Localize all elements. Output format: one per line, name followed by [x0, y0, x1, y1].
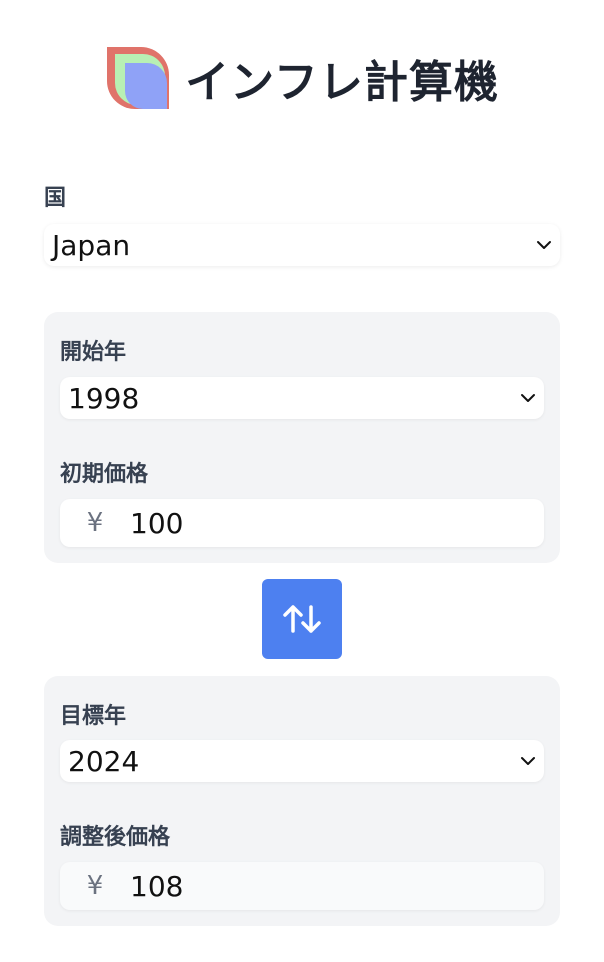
- initial-price-value: 100: [130, 506, 184, 540]
- country-label: 国: [44, 186, 67, 211]
- swap-vertical-icon: [283, 605, 321, 633]
- chevron-down-icon: [521, 757, 535, 765]
- target-year-value: 2024: [68, 744, 140, 778]
- app-title: インフレ計算機: [185, 57, 499, 108]
- country-select[interactable]: Japan: [44, 224, 560, 266]
- app-header: インフレ計算機: [0, 40, 604, 116]
- currency-symbol: ¥: [86, 871, 104, 901]
- initial-price-label: 初期価格: [60, 462, 149, 487]
- start-year-label: 開始年: [60, 340, 127, 365]
- app-logo-icon: [107, 47, 170, 109]
- start-card: 開始年 1998 初期価格 ¥ 100: [44, 312, 560, 563]
- target-card: 目標年 2024 調整後価格 ¥ 108: [44, 676, 560, 926]
- target-year-label: 目標年: [60, 704, 127, 729]
- initial-price-input[interactable]: ¥ 100: [60, 499, 544, 547]
- chevron-down-icon: [521, 394, 535, 402]
- adjusted-price-label: 調整後価格: [60, 825, 171, 850]
- chevron-down-icon: [537, 241, 551, 249]
- country-selected-value: Japan: [52, 228, 131, 262]
- adjusted-price-output: ¥ 108: [60, 862, 544, 910]
- adjusted-price-value: 108: [130, 869, 184, 903]
- swap-button[interactable]: [262, 579, 342, 659]
- target-year-select[interactable]: 2024: [60, 740, 544, 782]
- start-year-select[interactable]: 1998: [60, 377, 544, 419]
- currency-symbol: ¥: [86, 508, 104, 538]
- start-year-value: 1998: [68, 381, 140, 415]
